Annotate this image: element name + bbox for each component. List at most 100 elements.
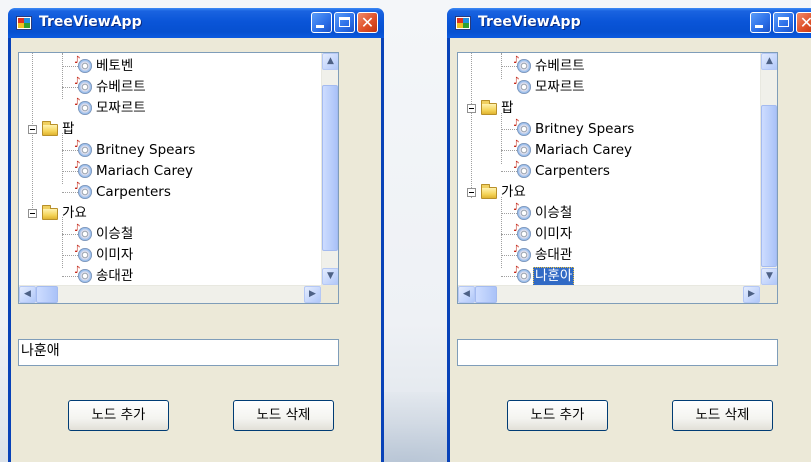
music-cd-icon: ♪ xyxy=(74,266,92,283)
delete-node-button[interactable]: 노드 삭제 xyxy=(233,400,334,431)
tree-node[interactable]: ♪ Britney Spears xyxy=(74,140,197,160)
collapse-minus-icon[interactable] xyxy=(28,208,37,218)
tree-group-node[interactable]: 팝 xyxy=(467,98,515,118)
client-area: ♪ 베토벤 ♪ 슈베르트 ♪ 모짜르트 팝 ♪ Britney Spears ♪ xyxy=(11,38,381,462)
tree-line xyxy=(501,66,517,67)
tree-line xyxy=(501,150,517,151)
collapse-minus-icon[interactable] xyxy=(28,124,37,134)
scroll-left-button[interactable]: ◀ xyxy=(458,286,475,303)
tree-node[interactable]: ♪ 슈베르트 xyxy=(74,77,148,97)
music-cd-icon: ♪ xyxy=(74,245,92,262)
tree-node-label: Mariach Carey xyxy=(535,141,633,158)
tree-node-label: Mariach Carey xyxy=(96,162,194,179)
tree-line xyxy=(471,53,472,198)
tree-node-selected[interactable]: ♪ 나훈아 xyxy=(513,266,575,286)
music-cd-icon: ♪ xyxy=(74,98,92,115)
music-cd-icon: ♪ xyxy=(513,203,531,220)
tree-node[interactable]: ♪ 송대관 xyxy=(74,266,135,286)
tree-node[interactable]: ♪ Carpenters xyxy=(74,182,173,202)
minimize-icon xyxy=(755,25,763,28)
tree-node-label: 이미자 xyxy=(96,246,134,263)
maximize-icon xyxy=(339,17,350,27)
vertical-scrollbar[interactable]: ▲ ▼ xyxy=(321,53,338,285)
app-window-icon xyxy=(455,16,471,30)
tree-node[interactable]: ♪ 슈베르트 xyxy=(513,56,587,76)
scroll-up-button[interactable]: ▲ xyxy=(761,53,777,70)
scroll-thumb[interactable] xyxy=(475,286,497,303)
tree-node[interactable]: ♪ Carpenters xyxy=(513,161,612,181)
tree-node[interactable]: ♪ 베토벤 xyxy=(74,56,135,76)
chevron-left-icon: ◀ xyxy=(24,289,31,299)
tree-line xyxy=(501,113,502,164)
node-name-input[interactable] xyxy=(457,339,778,366)
close-button[interactable]: ✕ xyxy=(796,12,811,33)
horizontal-scrollbar[interactable]: ◀ ▶ xyxy=(458,285,760,303)
chevron-left-icon: ◀ xyxy=(463,289,470,299)
tree-node[interactable]: ♪ 이미자 xyxy=(74,245,135,265)
tree-node[interactable]: ♪ Mariach Carey xyxy=(513,140,634,160)
tree-line xyxy=(501,129,517,130)
tree-node[interactable]: ♪ 이승철 xyxy=(513,203,574,223)
minimize-button[interactable] xyxy=(311,12,332,33)
maximize-icon xyxy=(778,17,789,27)
add-node-button[interactable]: 노드 추가 xyxy=(68,400,169,431)
delete-node-button[interactable]: 노드 삭제 xyxy=(672,400,773,431)
add-node-button[interactable]: 노드 추가 xyxy=(507,400,608,431)
node-name-input[interactable]: 나훈애 xyxy=(18,339,339,366)
tree-node[interactable]: ♪ Britney Spears xyxy=(513,119,636,139)
tree-node-label: 나훈아 xyxy=(533,266,575,286)
tree-node-label: Carpenters xyxy=(535,162,610,179)
music-cd-icon: ♪ xyxy=(513,119,531,136)
tree-node-label: 이승철 xyxy=(96,225,134,242)
tree-node[interactable]: ♪ 이미자 xyxy=(513,224,574,244)
scroll-thumb[interactable] xyxy=(36,286,58,303)
music-cd-icon: ♪ xyxy=(513,140,531,157)
titlebar[interactable]: TreeViewApp ✕ xyxy=(447,8,811,38)
scroll-down-button[interactable]: ▼ xyxy=(322,268,338,285)
tree-view[interactable]: ♪ 슈베르트 ♪ 모짜르트 팝 ♪ Britney Spears ♪ Maria… xyxy=(457,52,778,304)
tree-node-label: 슈베르트 xyxy=(535,57,585,74)
tree-node[interactable]: ♪ 송대관 xyxy=(513,245,574,265)
vertical-scrollbar[interactable]: ▲ ▼ xyxy=(760,53,777,285)
minimize-button[interactable] xyxy=(750,12,771,33)
scroll-left-button[interactable]: ◀ xyxy=(19,286,36,303)
maximize-button[interactable] xyxy=(334,12,355,33)
client-area: ♪ 슈베르트 ♪ 모짜르트 팝 ♪ Britney Spears ♪ Maria… xyxy=(450,38,811,462)
tree-group-node[interactable]: 가요 xyxy=(28,203,89,223)
tree-group-node[interactable]: 가요 xyxy=(467,182,528,202)
scroll-up-button[interactable]: ▲ xyxy=(322,53,338,70)
horizontal-scrollbar[interactable]: ◀ ▶ xyxy=(19,285,321,303)
tree-group-label: 팝 xyxy=(501,99,514,116)
tree-node[interactable]: ♪ 이승철 xyxy=(74,224,135,244)
music-cd-icon: ♪ xyxy=(513,245,531,262)
scroll-right-button[interactable]: ▶ xyxy=(743,286,760,303)
tree-line xyxy=(62,53,63,99)
music-cd-icon: ♪ xyxy=(513,224,531,241)
collapse-minus-icon[interactable] xyxy=(467,103,476,113)
scroll-down-button[interactable]: ▼ xyxy=(761,268,777,285)
tree-node-label: 송대관 xyxy=(535,246,573,263)
tree-node-label: 모짜르트 xyxy=(535,78,585,95)
window-left: TreeViewApp ✕ ♪ 베토벤 ♪ 슈베르트 ♪ 모짜르트 팝 ♪ Br… xyxy=(8,8,384,462)
music-cd-icon: ♪ xyxy=(74,140,92,157)
folder-icon xyxy=(481,100,497,115)
tree-node[interactable]: ♪ 모짜르트 xyxy=(74,98,148,118)
tree-line xyxy=(62,66,78,67)
tree-line xyxy=(62,255,78,256)
music-cd-icon: ♪ xyxy=(513,266,531,283)
tree-group-node[interactable]: 팝 xyxy=(28,119,76,139)
collapse-minus-icon[interactable] xyxy=(467,187,476,197)
maximize-button[interactable] xyxy=(773,12,794,33)
tree-node[interactable]: ♪ 모짜르트 xyxy=(513,77,587,97)
tree-view[interactable]: ♪ 베토벤 ♪ 슈베르트 ♪ 모짜르트 팝 ♪ Britney Spears ♪ xyxy=(18,52,339,304)
music-cd-icon: ♪ xyxy=(74,161,92,178)
scroll-thumb[interactable] xyxy=(322,85,338,251)
tree-group-label: 가요 xyxy=(62,204,87,221)
titlebar[interactable]: TreeViewApp ✕ xyxy=(8,8,384,38)
tree-node[interactable]: ♪ Mariach Carey xyxy=(74,161,195,181)
scroll-thumb[interactable] xyxy=(761,105,777,267)
close-button[interactable]: ✕ xyxy=(357,12,378,33)
scroll-right-button[interactable]: ▶ xyxy=(304,286,321,303)
music-cd-icon: ♪ xyxy=(513,77,531,94)
tree-node-label: 송대관 xyxy=(96,267,134,284)
